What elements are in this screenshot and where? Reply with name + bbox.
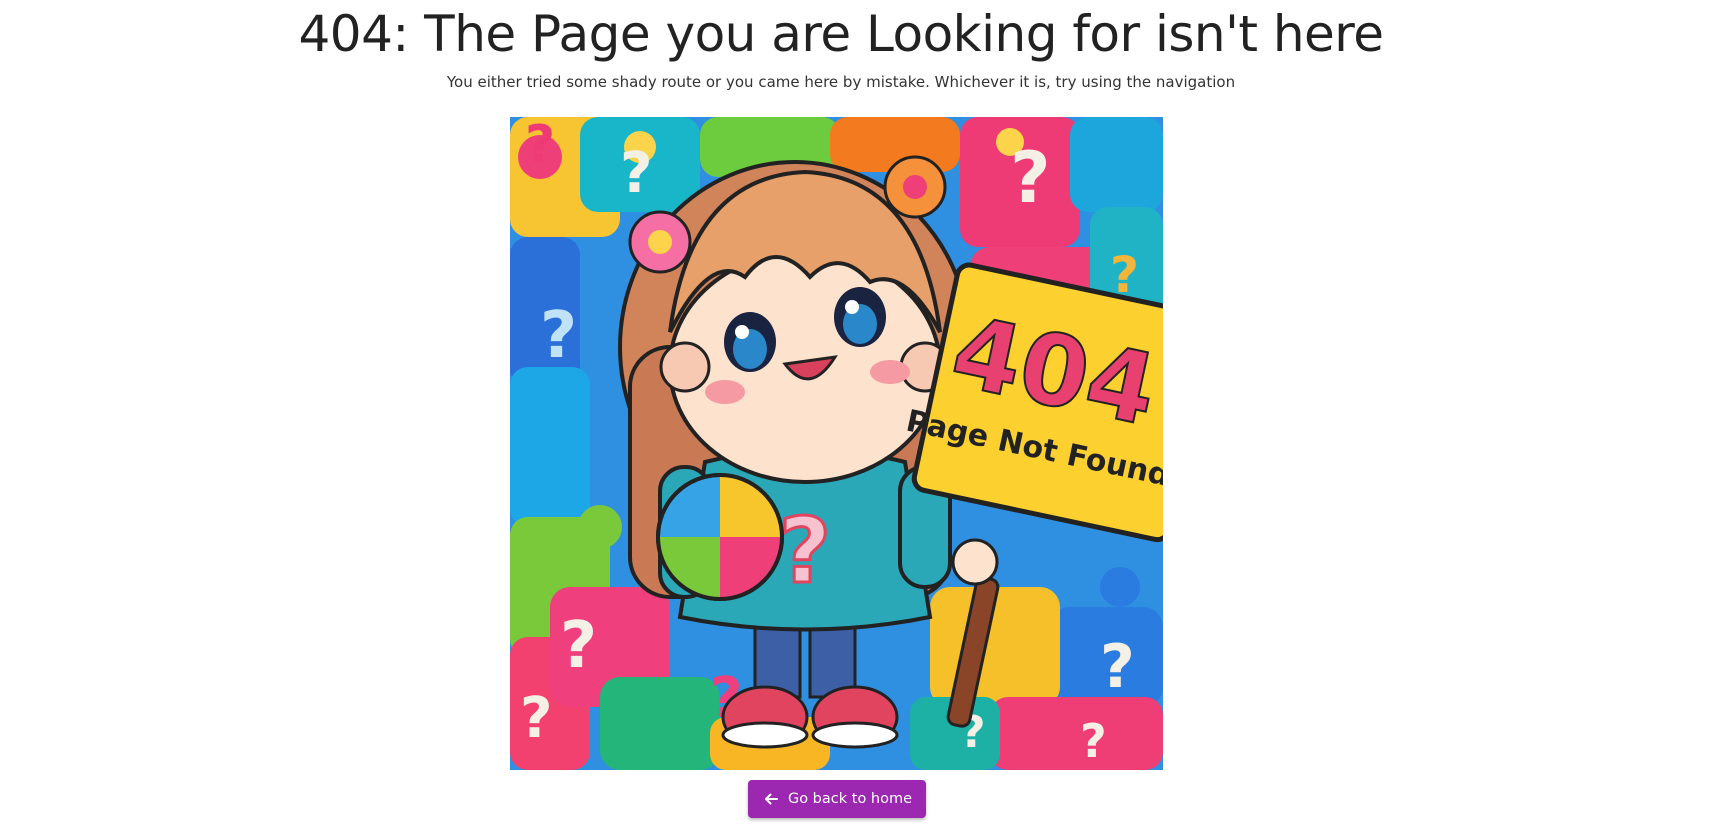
arrow-left-icon: [762, 790, 780, 808]
svg-text:?: ?: [525, 117, 555, 175]
go-back-home-label: Go back to home: [787, 791, 913, 807]
not-found-page: 404: The Page you are Looking for isn't …: [0, 0, 1722, 833]
svg-text:?: ?: [540, 299, 577, 373]
svg-text:?: ?: [779, 499, 831, 604]
svg-text:?: ?: [1100, 632, 1135, 702]
not-found-illustration: ? ? ? ? ? ? ? ? ? ? ? ? 404 Page Not Fou…: [510, 117, 1163, 770]
go-back-home-button[interactable]: Go back to home: [748, 780, 926, 818]
svg-text:?: ?: [520, 686, 552, 751]
page-subtitle: You either tried some shady route or you…: [446, 73, 1236, 91]
page-title: 404: The Page you are Looking for isn't …: [298, 5, 1384, 63]
svg-text:?: ?: [560, 609, 597, 683]
svg-text:?: ?: [620, 141, 652, 206]
svg-text:?: ?: [1080, 714, 1107, 768]
svg-text:?: ?: [1010, 137, 1051, 219]
